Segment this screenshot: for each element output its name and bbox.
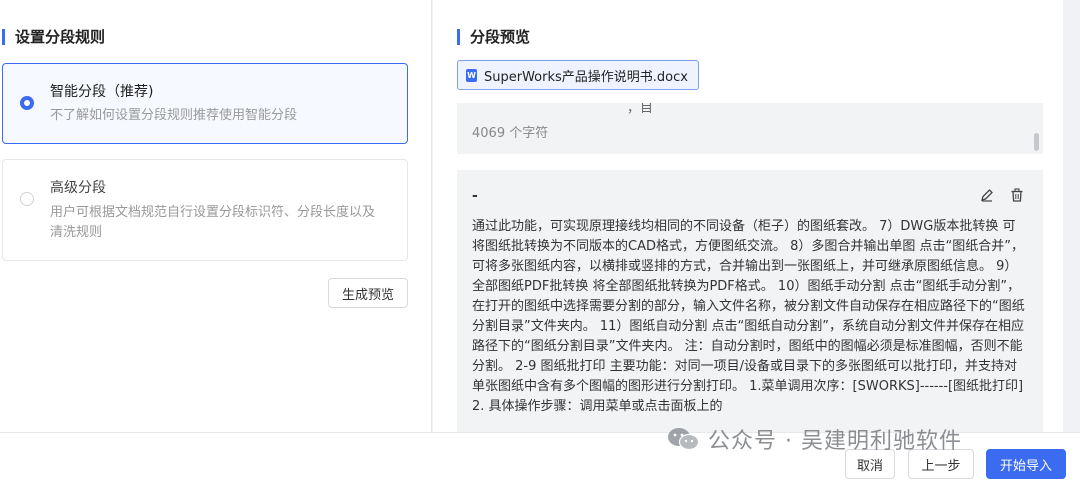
wechat-logo-icon: [668, 428, 700, 451]
segment-1-scrollbar[interactable]: [1034, 133, 1039, 151]
option-smart-segment[interactable]: 智能分段（推荐) 不了解如何设置分段规则推荐使用智能分段: [2, 63, 408, 144]
segment-preview-panel: 分段预览 W SuperWorks产品操作说明书.docx ，目 4069 个字…: [433, 0, 1063, 432]
word-doc-icon: W: [466, 68, 477, 82]
start-import-button[interactable]: 开始导入: [986, 449, 1066, 479]
radio-smart-selected[interactable]: [20, 96, 34, 110]
segment-rules-panel: 设置分段规则 智能分段（推荐) 不了解如何设置分段规则推荐使用智能分段 高级分段…: [0, 0, 432, 432]
watermark: 公众号 · 吴建明利驰软件: [666, 423, 962, 455]
section-title-rules: 设置分段规则: [2, 29, 105, 45]
option-advanced-desc: 用户可根据文档规范自行设置分段标识符、分段长度以及清洗规则: [50, 205, 376, 240]
pencil-icon[interactable]: [979, 187, 995, 203]
watermark-text: 公众号 · 吴建明利驰软件: [708, 429, 962, 454]
segment-1-char-count: 4069 个字符: [472, 126, 549, 141]
option-advanced-segment[interactable]: 高级分段 用户可根据文档规范自行设置分段标识符、分段长度以及清洗规则: [2, 159, 408, 261]
segment-2-content: 通过此功能，可实现原理接线均相同的不同设备（柜子）的图纸套改。 7）DWG版本批…: [472, 219, 1025, 414]
segment-2-title: -: [472, 188, 478, 204]
option-advanced-title: 高级分段: [50, 180, 106, 196]
trash-icon[interactable]: [1009, 187, 1025, 203]
option-smart-title: 智能分段（推荐): [50, 84, 154, 100]
option-smart-desc: 不了解如何设置分段规则推荐使用智能分段: [50, 108, 298, 123]
file-name: SuperWorks产品操作说明书.docx: [484, 69, 688, 85]
radio-advanced[interactable]: [20, 192, 34, 206]
segment-card-2: - 通过此功能，可实现原理接线均相同的不同设备（柜子）的图纸套改。 7）DWG版…: [457, 170, 1043, 432]
generate-preview-button[interactable]: 生成预览: [328, 278, 408, 308]
segment-1-clipped-text: ，目: [627, 103, 654, 116]
section-title-preview: 分段预览: [457, 29, 530, 45]
segment-card-1: ，目 4069 个字符: [457, 103, 1043, 154]
file-tag[interactable]: W SuperWorks产品操作说明书.docx: [457, 60, 699, 90]
